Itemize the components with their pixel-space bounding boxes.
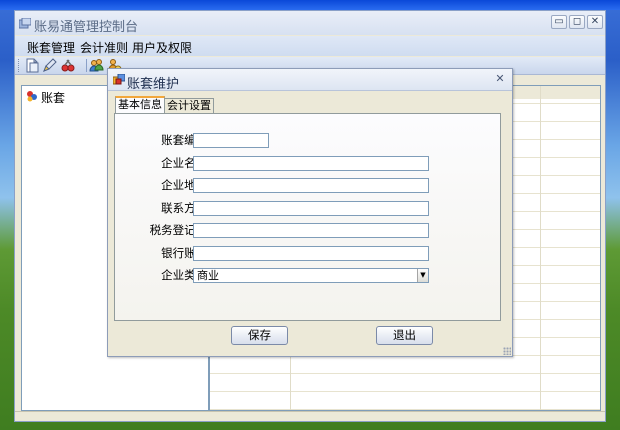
resize-grip-icon[interactable] [503, 347, 511, 355]
contact-input[interactable] [193, 201, 429, 216]
toolbar-separator [86, 59, 87, 72]
account-set-icon [26, 90, 38, 102]
company-address-input[interactable] [193, 178, 429, 193]
edit-icon[interactable] [42, 58, 57, 73]
grid-column-divider [540, 86, 541, 410]
main-titlebar[interactable]: 账易通管理控制台 ▭ ◻ ✕ [15, 11, 605, 35]
new-document-icon[interactable] [25, 58, 40, 73]
chevron-down-icon[interactable]: ▼ [417, 269, 428, 282]
company-name-input[interactable] [193, 156, 429, 171]
main-window-title: 账易通管理控制台 [34, 20, 139, 35]
menu-account-set[interactable]: 账套管理 [27, 39, 75, 56]
menu-accounting-standards[interactable]: 会计准则 [80, 39, 128, 56]
dialog-titlebar[interactable]: 账套维护 ✕ [108, 69, 512, 92]
account-set-dialog: 账套维护 ✕ 基本信息 会计设置 账套编码: 企业名称: 企业地址: 联系方式:… [107, 68, 513, 357]
minimize-button[interactable]: ▭ [551, 15, 567, 29]
toolbar-grip[interactable] [18, 59, 20, 72]
tab-accounting-settings[interactable]: 会计设置 [164, 98, 214, 114]
bank-account-input[interactable] [193, 246, 429, 261]
users-icon[interactable] [89, 58, 104, 73]
close-button[interactable]: ✕ [587, 15, 603, 29]
exit-button[interactable]: 退出 [376, 326, 433, 345]
tree-node-label: 账套 [41, 91, 66, 105]
menubar: 账套管理 会计准则 用户及权限 [15, 36, 605, 56]
maximize-button[interactable]: ◻ [569, 15, 585, 29]
company-type-value: 商业 [197, 269, 219, 282]
basic-info-panel: 账套编码: 企业名称: 企业地址: 联系方式: 税务登记号: 银行账号: 企业类… [114, 113, 501, 321]
dialog-app-icon [112, 73, 126, 85]
company-type-select[interactable]: 商业 ▼ [193, 268, 429, 283]
menu-users-permissions[interactable]: 用户及权限 [132, 39, 192, 56]
delete-icon[interactable] [60, 58, 75, 73]
account-code-input[interactable] [193, 133, 269, 148]
dialog-close-button[interactable]: ✕ [494, 73, 506, 85]
save-button[interactable]: 保存 [231, 326, 288, 345]
desktop-background-window-title [0, 0, 620, 10]
dialog-title: 账套维护 [127, 77, 180, 92]
app-icon [18, 17, 32, 29]
tax-registration-input[interactable] [193, 223, 429, 238]
statusbar [15, 411, 605, 421]
